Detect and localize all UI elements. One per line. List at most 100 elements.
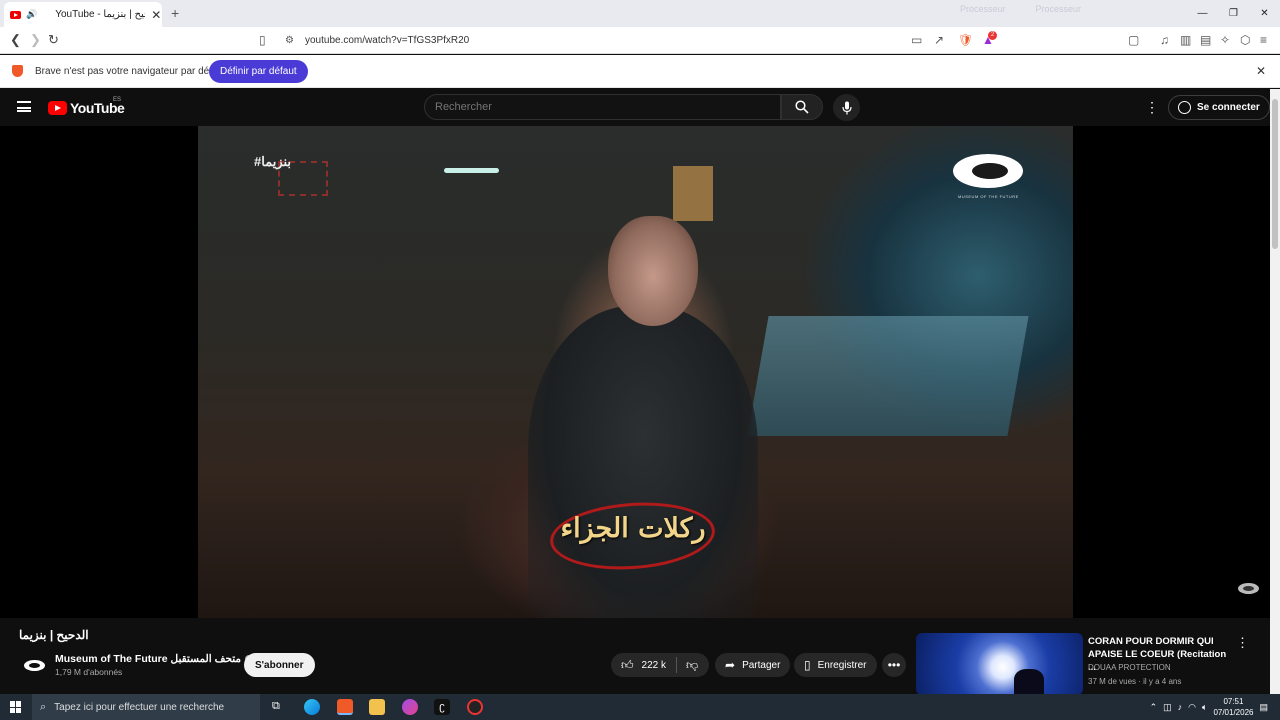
- back-icon[interactable]: ❮: [10, 32, 21, 48]
- reading-list-icon[interactable]: ▥: [1180, 33, 1191, 47]
- messenger-icon[interactable]: [402, 699, 418, 715]
- dislike-icon[interactable]: 👎︎: [686, 658, 698, 673]
- new-tab-button[interactable]: +: [171, 5, 179, 21]
- youtube-logo[interactable]: YouTube ES: [48, 97, 125, 116]
- more-actions-button[interactable]: •••: [882, 653, 906, 677]
- sign-in-label: Se connecter: [1197, 102, 1260, 113]
- file-explorer-icon[interactable]: [369, 699, 385, 715]
- menu-icon[interactable]: ≡: [1260, 33, 1267, 47]
- task-view-icon[interactable]: ⧉: [272, 700, 280, 713]
- recommended-channel[interactable]: DOUAA PROTECTION: [1088, 663, 1171, 672]
- url-field[interactable]: ⚙ youtube.com/watch?v=TfGS3PfxR20: [280, 31, 1000, 50]
- restore-button[interactable]: ❐: [1218, 0, 1249, 27]
- rewards-badge: 2: [988, 31, 997, 40]
- media-icon[interactable]: ♫: [1160, 33, 1169, 47]
- clock-time: 07:51: [1223, 697, 1244, 706]
- clock[interactable]: 07:51 07/01/2026: [1213, 696, 1253, 718]
- taskbar-search[interactable]: ⌕ Tapez ici pour effectuer une recherche: [32, 694, 260, 720]
- url-text: youtube.com/watch?v=TfGS3PfxR20: [305, 35, 470, 46]
- sign-in-button[interactable]: Se connecter: [1168, 95, 1270, 120]
- youtube-play-icon: [48, 101, 67, 115]
- video-title: الدحيح | بنزيما: [19, 628, 89, 642]
- address-bar: ❮ ❯ ↻ ▯ ⚙ youtube.com/watch?v=TfGS3PfxR2…: [0, 27, 1280, 54]
- taskbar-search-placeholder: Tapez ici pour effectuer une recherche: [54, 701, 225, 713]
- tray-mic-icon[interactable]: ♪: [1178, 702, 1183, 712]
- brave-shields-icon[interactable]: 🛡: [958, 33, 973, 47]
- browser-tab-bar: 🔊 YouTube - الدحيح | بنزيما ✕ + Processe…: [0, 0, 1280, 27]
- scrollbar-thumb[interactable]: [1272, 99, 1278, 249]
- youtube-favicon-icon: [10, 10, 21, 19]
- forward-icon[interactable]: ❯: [30, 32, 41, 48]
- like-icon[interactable]: 👍︎: [621, 658, 634, 673]
- share-page-icon[interactable]: ↗: [934, 33, 944, 47]
- search-icon: [795, 100, 809, 114]
- leo-ai-icon[interactable]: ✧: [1220, 33, 1230, 47]
- subscriber-count: 1,79 M d'abonnés: [55, 667, 123, 677]
- windows-taskbar: ⌕ Tapez ici pour effectuer une recherche…: [0, 694, 1280, 720]
- windows-start-icon[interactable]: [10, 701, 22, 713]
- video-scene-presenter-head: [608, 216, 698, 326]
- window-controls: — ❐ ✕: [1187, 0, 1280, 27]
- like-count[interactable]: 222 k: [642, 660, 666, 671]
- system-monitor: Processeur Processeur: [960, 4, 1081, 14]
- notifications-icon[interactable]: ▤: [1259, 702, 1268, 713]
- share-button[interactable]: ➦ Partager: [715, 653, 791, 677]
- infobar-close-icon[interactable]: ✕: [1256, 64, 1266, 78]
- video-scene-presenter-body: [528, 306, 758, 618]
- microphone-icon: [841, 101, 852, 114]
- voice-search-button[interactable]: [833, 94, 860, 121]
- guide-menu-icon[interactable]: [17, 101, 31, 112]
- sidebar-toggle-icon[interactable]: ▢: [1128, 33, 1139, 47]
- page-scrollbar[interactable]: [1270, 89, 1280, 694]
- search-box: [424, 94, 781, 120]
- video-info-section: الدحيح | بنزيما Museum of The Future متح…: [0, 618, 1270, 695]
- channel-watermark-icon[interactable]: [1238, 583, 1259, 594]
- site-info-icon[interactable]: ⚙: [285, 35, 294, 46]
- wallet-icon[interactable]: ▤: [1200, 33, 1211, 47]
- like-separator: [676, 657, 678, 673]
- tray-wifi-icon[interactable]: ◠: [1188, 702, 1196, 713]
- country-code: ES: [113, 97, 122, 103]
- account-icon: [1178, 101, 1191, 114]
- recommended-more-icon[interactable]: ⋮: [1236, 635, 1249, 651]
- taskbar-search-icon: ⌕: [40, 700, 47, 713]
- bookmark-icon[interactable]: ▯: [259, 33, 266, 47]
- youtube-header: YouTube ES ⋮ Se connecter: [0, 89, 1270, 126]
- speaker-icon[interactable]: 🔊: [26, 9, 37, 20]
- brave-logo-icon: [12, 65, 23, 77]
- subscribe-button[interactable]: S'abonner: [244, 653, 315, 677]
- channel-name-text: Museum of The Future متحف المستقبل: [55, 653, 242, 665]
- tab-title: YouTube - الدحيح | بنزيما: [55, 9, 145, 20]
- channel-avatar[interactable]: [22, 653, 47, 678]
- cast-icon[interactable]: ▭: [911, 33, 922, 47]
- video-player[interactable]: #بنزيما MUSEUM OF THE FUTURE ركلات الجزا…: [198, 126, 1073, 618]
- reload-icon[interactable]: ↻: [48, 32, 59, 48]
- save-button[interactable]: ▯ Enregistrer: [794, 653, 877, 677]
- settings-more-icon[interactable]: ⋮: [1145, 99, 1159, 116]
- browser-tab-youtube[interactable]: 🔊 YouTube - الدحيح | بنزيما ✕: [4, 2, 162, 27]
- brave-taskbar-icon[interactable]: [337, 699, 353, 715]
- search-input[interactable]: [435, 101, 765, 113]
- like-dislike-bar: 👍︎ 222 k 👎︎: [611, 653, 709, 677]
- video-scene-bed: [747, 316, 1029, 436]
- recommended-thumbnail[interactable]: [916, 633, 1083, 695]
- capcut-icon[interactable]: ʗ: [434, 699, 450, 715]
- tab-close-icon[interactable]: ✕: [151, 8, 161, 22]
- search-button[interactable]: [781, 94, 823, 120]
- video-caption: ركلات الجزاء: [560, 513, 706, 544]
- recorder-icon[interactable]: [467, 699, 483, 715]
- recommended-video[interactable]: CORAN POUR DORMIR QUI APAISE LE COEUR (R…: [916, 633, 1256, 695]
- vpn-icon[interactable]: ⬡: [1240, 33, 1250, 47]
- museum-of-the-future-logo: [953, 154, 1025, 190]
- channel-name[interactable]: Museum of The Future متحف المستقبل: [55, 653, 254, 665]
- tray-network-icon[interactable]: ◫: [1163, 702, 1172, 713]
- tray-volume-icon[interactable]: 🔈︎: [1202, 702, 1207, 713]
- set-default-button[interactable]: Définir par défaut: [209, 60, 308, 83]
- tray-chevron-icon[interactable]: ⌃: [1150, 702, 1158, 713]
- minimize-button[interactable]: —: [1187, 0, 1218, 27]
- cpu-label: Processeur: [960, 4, 1006, 14]
- close-window-button[interactable]: ✕: [1249, 0, 1280, 27]
- video-scene-window: [673, 166, 713, 221]
- edge-icon[interactable]: [304, 699, 320, 715]
- video-scene-light: [444, 168, 499, 173]
